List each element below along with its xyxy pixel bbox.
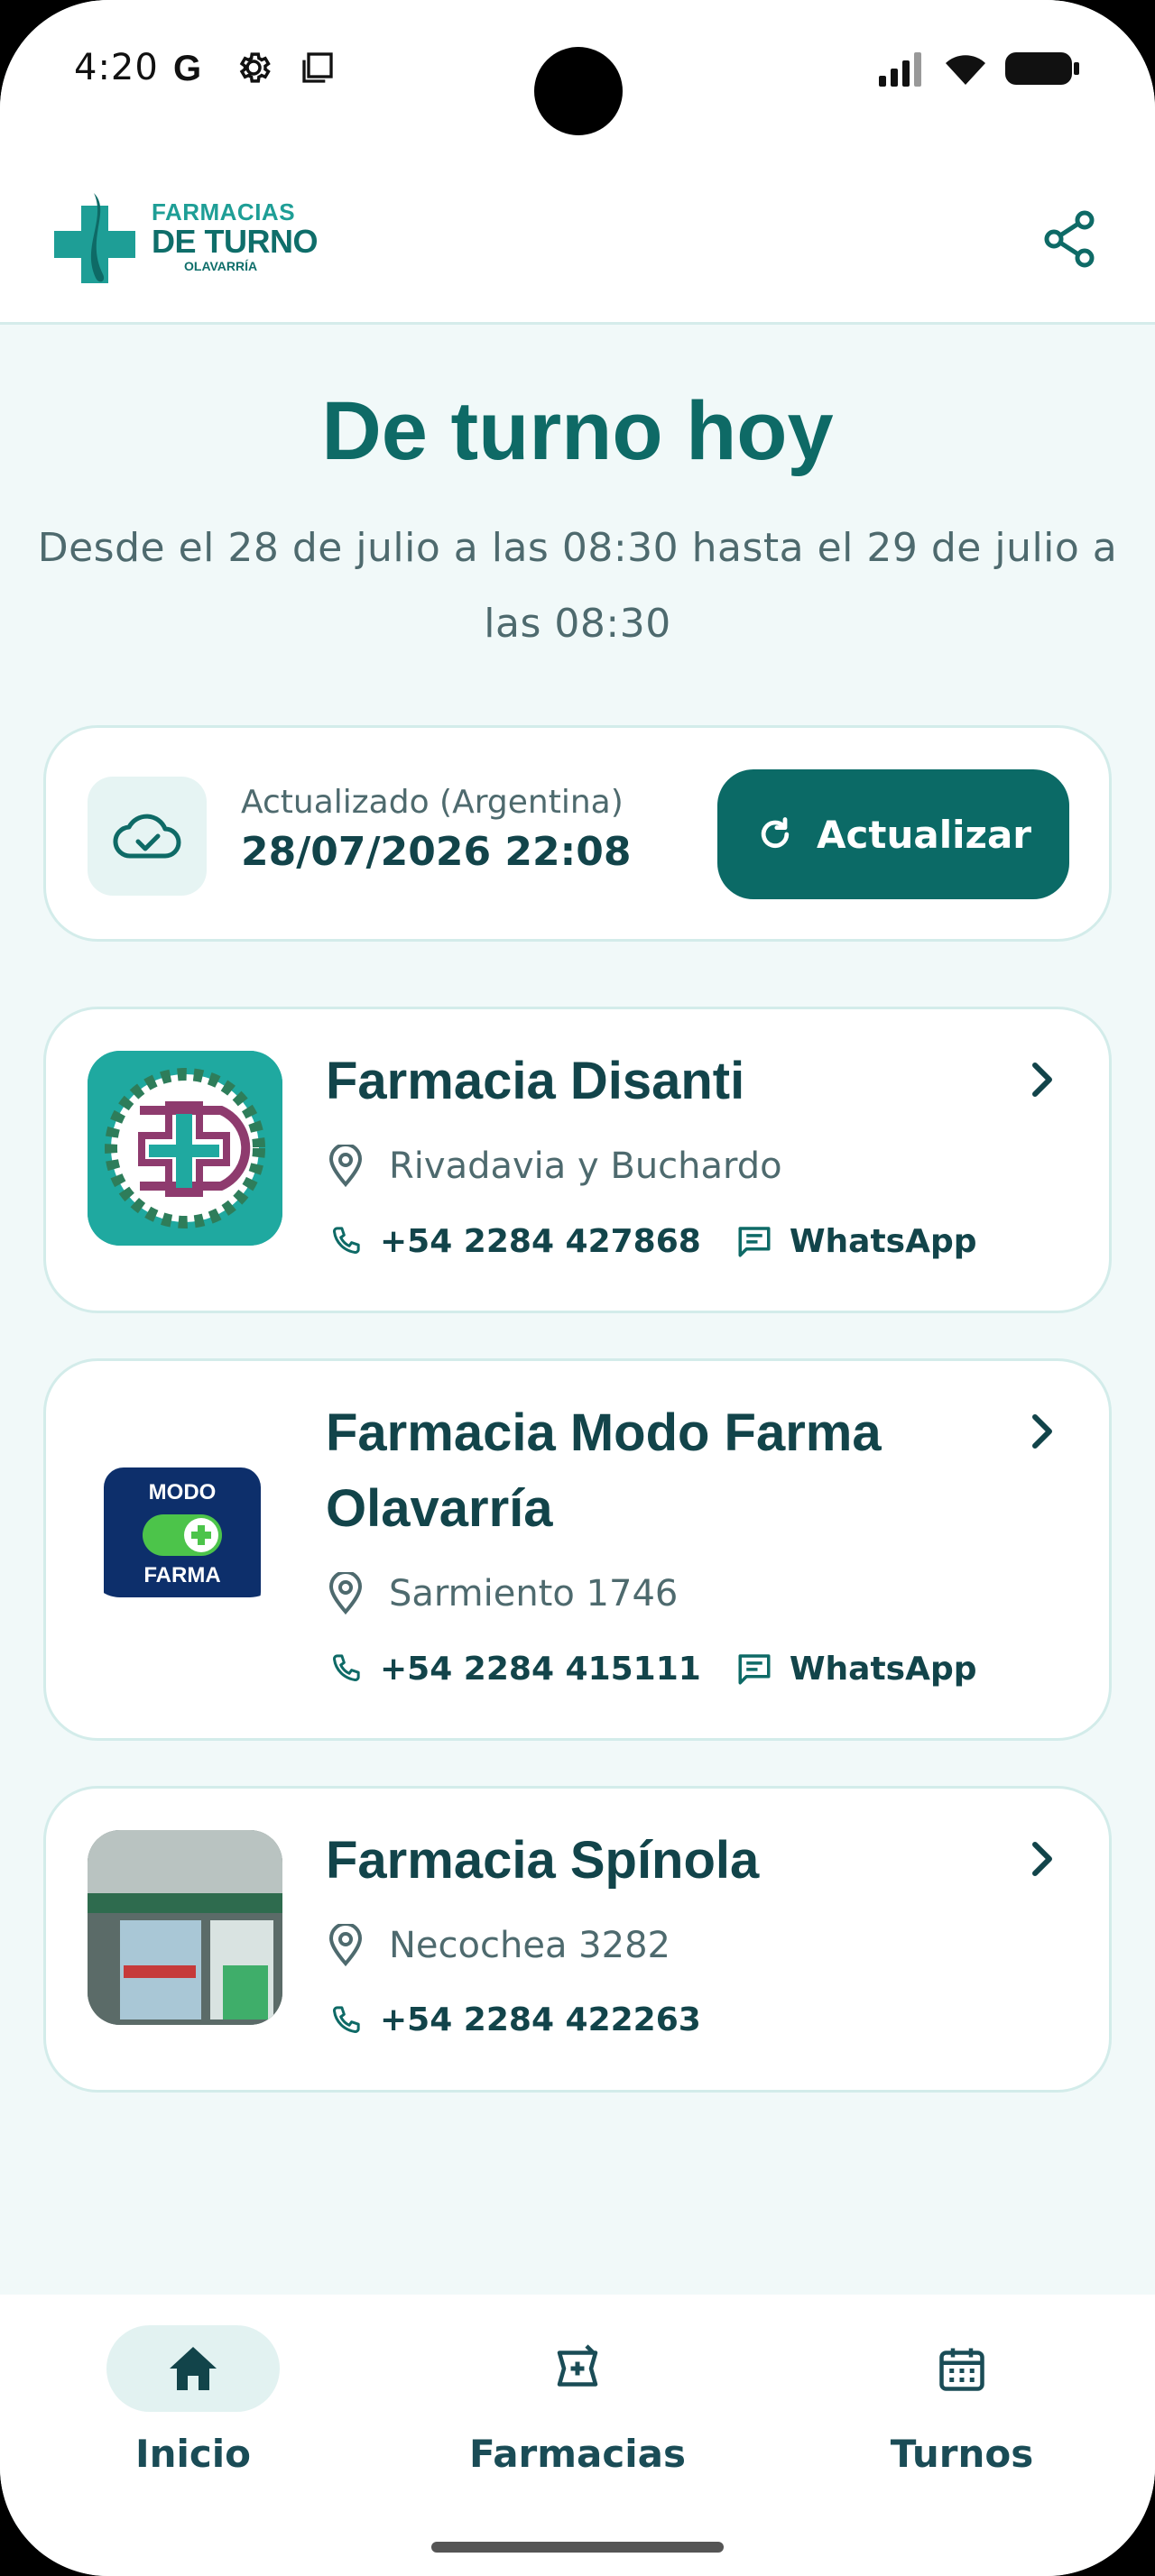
- update-label: Actualizado (Argentina): [241, 784, 624, 821]
- location-pin-icon: [328, 1145, 363, 1188]
- pharmacy-contacts: +54 2284 427868 WhatsApp: [328, 1222, 977, 1260]
- bottom-navigation: Inicio Farmacias Turnos: [0, 2295, 1155, 2576]
- nav-icon-holder: [875, 2325, 1049, 2412]
- disanti-logo-icon: [88, 1051, 282, 1246]
- whatsapp-label: WhatsApp: [789, 1222, 977, 1260]
- nav-item-farmacias[interactable]: Farmacias: [442, 2325, 713, 2476]
- phone-number: +54 2284 422263: [380, 2001, 701, 2038]
- address-text: Necochea 3282: [389, 1925, 670, 1966]
- pharmacy-address: Sarmiento 1746: [328, 1572, 678, 1615]
- farma-label: FARMA: [143, 1563, 221, 1587]
- pharmacy-icon: [557, 2344, 598, 2387]
- home-icon: [170, 2347, 217, 2390]
- phone-icon: [333, 1654, 360, 1681]
- storefront-photo-icon: [88, 1830, 282, 2025]
- nav-label: Farmacias: [468, 2432, 687, 2476]
- google-icon: G: [171, 49, 208, 89]
- nav-icon-holder: [491, 2325, 664, 2412]
- logo-line1: FARMACIAS: [152, 198, 296, 225]
- chat-icon: [738, 1654, 771, 1685]
- whatsapp-link[interactable]: WhatsApp: [735, 1222, 977, 1260]
- modo-label: MODO: [148, 1480, 217, 1504]
- logo-text: FARMACIAS DE TURNO OLAVARRÍA: [152, 198, 319, 273]
- wifi-icon: [942, 51, 989, 90]
- refresh-button[interactable]: Actualizar: [717, 769, 1069, 899]
- pharmacy-card[interactable]: Farmacia Spínola Necochea 3282 +54 2284 …: [43, 1786, 1112, 2093]
- svg-text:G: G: [173, 50, 201, 86]
- logo-line3: OLAVARRÍA: [184, 259, 258, 273]
- status-time: 4:20: [74, 47, 159, 88]
- chevron-right-icon: [1021, 1832, 1066, 1886]
- duty-period: Desde el 28 de julio a las 08:30 hasta e…: [37, 525, 1118, 647]
- battery-icon: [1005, 51, 1081, 90]
- share-icon: [1044, 210, 1095, 268]
- cloud-badge: [88, 777, 207, 896]
- chevron-right-icon: [1021, 1404, 1066, 1458]
- update-datetime: 28/07/2026 22:08: [241, 829, 632, 875]
- settings-icon: [235, 49, 273, 90]
- pharmacy-name: Farmacia Disanti: [326, 1052, 745, 1110]
- nav-item-turnos[interactable]: Turnos: [827, 2325, 1097, 2476]
- toggle-graphic: [143, 1514, 222, 1556]
- camera-cutout: [534, 47, 623, 135]
- refresh-icon: [761, 817, 790, 849]
- nav-label: Inicio: [134, 2432, 252, 2476]
- status-right-icons: [879, 51, 1081, 90]
- pharmacy-card[interactable]: MODO FARMA Farmacia Modo Farma Olavarría…: [43, 1358, 1112, 1741]
- app-logo[interactable]: FARMACIAS DE TURNO OLAVARRÍA: [49, 184, 319, 289]
- address-text: Sarmiento 1746: [389, 1573, 679, 1615]
- update-card: Actualizado (Argentina) 28/07/2026 22:08…: [43, 725, 1112, 942]
- status-left-icons: G: [171, 49, 336, 90]
- logo-line2: DE TURNO: [152, 223, 319, 260]
- pharmacy-name: Farmacia Modo Farma Olavarría: [326, 1403, 882, 1538]
- pharmacy-cross-logo-icon: [54, 193, 135, 283]
- phone-link[interactable]: +54 2284 427868: [328, 1223, 701, 1260]
- pharmacy-contacts: +54 2284 422263: [328, 2001, 701, 2038]
- phone-screen: 4:20 G FARMACIAS DE TURNO OLAVARRÍA De t…: [0, 0, 1155, 2576]
- address-text: Rivadavia y Buchardo: [389, 1145, 782, 1187]
- app-bar: FARMACIAS DE TURNO OLAVARRÍA: [0, 153, 1155, 325]
- calendar-icon: [939, 2348, 984, 2391]
- nav-active-indicator: [106, 2325, 280, 2412]
- pharmacy-contacts: +54 2284 415111 WhatsApp: [328, 1650, 977, 1688]
- cloud-check-icon: [113, 814, 181, 859]
- status-bar: 4:20 G: [0, 0, 1155, 153]
- phone-link[interactable]: +54 2284 415111: [328, 1651, 701, 1688]
- chevron-right-icon: [1021, 1053, 1066, 1107]
- nav-label: Turnos: [890, 2432, 1034, 2476]
- signal-icon: [879, 51, 926, 90]
- share-button[interactable]: [1038, 203, 1101, 275]
- pharmacy-address: Necochea 3282: [328, 1924, 670, 1967]
- phone-number: +54 2284 427868: [380, 1222, 701, 1260]
- pharmacy-thumbnail: [88, 1830, 282, 2025]
- pharmacy-name: Farmacia Spínola: [326, 1831, 760, 1890]
- location-pin-icon: [328, 1924, 363, 1967]
- whatsapp-label: WhatsApp: [789, 1650, 977, 1688]
- location-pin-icon: [328, 1572, 363, 1615]
- whatsapp-link[interactable]: WhatsApp: [735, 1650, 977, 1688]
- refresh-label: Actualizar: [816, 812, 1031, 857]
- phone-link[interactable]: +54 2284 422263: [328, 2001, 701, 2038]
- pharmacy-address: Rivadavia y Buchardo: [328, 1145, 782, 1188]
- pharmacy-card[interactable]: Farmacia Disanti Rivadavia y Buchardo +5…: [43, 1007, 1112, 1313]
- modo-farma-logo: MODO FARMA: [104, 1467, 261, 1597]
- chat-icon: [738, 1227, 771, 1257]
- pharmacy-thumbnail: [88, 1051, 282, 1246]
- screenshot-icon: [300, 50, 336, 89]
- page-title: De turno hoy: [321, 385, 834, 477]
- home-indicator[interactable]: [431, 2542, 724, 2553]
- pharmacy-thumbnail: MODO FARMA: [88, 1403, 282, 1597]
- phone-number: +54 2284 415111: [380, 1650, 701, 1688]
- phone-icon: [333, 2005, 360, 2033]
- nav-item-inicio[interactable]: Inicio: [58, 2325, 328, 2476]
- phone-icon: [333, 1227, 360, 1254]
